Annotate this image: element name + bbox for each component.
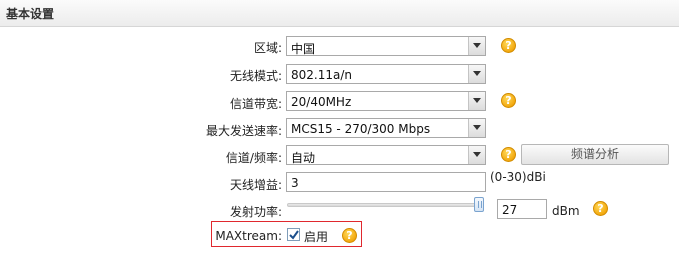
help-icon[interactable]: ? — [342, 228, 357, 243]
antenna-gain-input[interactable]: 3 — [286, 172, 486, 192]
wireless-mode-select[interactable]: 802.11a/n — [286, 64, 486, 84]
help-icon[interactable]: ? — [501, 38, 516, 53]
tx-power-slider-thumb[interactable] — [474, 197, 484, 212]
channel-frequency-value: 自动 — [291, 151, 316, 165]
chevron-down-icon[interactable] — [468, 119, 485, 137]
check-icon — [289, 230, 299, 240]
max-tx-rate-label: 最大发送速率: — [205, 124, 282, 138]
channel-frequency-select[interactable]: 自动 — [286, 145, 486, 165]
maxtream-enable-label: 启用 — [304, 230, 329, 244]
channel-bandwidth-label: 信道带宽: — [229, 97, 282, 111]
channel-bandwidth-select[interactable]: 20/40MHz — [286, 91, 486, 111]
maxtream-label: MAXtream: — [215, 229, 282, 243]
chevron-down-icon[interactable] — [468, 146, 485, 164]
channel-frequency-label: 信道/频率: — [225, 151, 282, 165]
section-header: 基本设置 — [0, 0, 679, 27]
spectrum-analysis-button[interactable]: 频谱分析 — [521, 144, 669, 165]
help-icon[interactable]: ? — [501, 147, 516, 162]
max-tx-rate-value: MCS15 - 270/300 Mbps — [291, 122, 431, 136]
chevron-down-icon[interactable] — [468, 92, 485, 110]
tx-power-value: 27 — [502, 203, 518, 217]
tx-power-slider-track[interactable] — [287, 203, 477, 207]
chevron-down-icon[interactable] — [468, 37, 485, 55]
tx-power-label: 发射功率: — [229, 205, 282, 219]
region-select[interactable]: 中国 — [286, 36, 486, 56]
channel-bandwidth-value: 20/40MHz — [291, 95, 352, 109]
antenna-gain-label: 天线增益: — [229, 178, 282, 192]
tx-power-unit: dBm — [552, 204, 580, 218]
help-icon[interactable]: ? — [501, 93, 516, 108]
chevron-down-icon[interactable] — [468, 65, 485, 83]
section-title: 基本设置 — [6, 7, 55, 21]
wireless-mode-value: 802.11a/n — [291, 68, 352, 82]
help-icon[interactable]: ? — [593, 201, 608, 216]
maxtream-checkbox[interactable] — [287, 228, 300, 241]
region-label: 区域: — [253, 41, 282, 55]
max-tx-rate-select[interactable]: MCS15 - 270/300 Mbps — [286, 118, 486, 138]
wireless-mode-label: 无线模式: — [229, 69, 282, 83]
region-value: 中国 — [291, 42, 316, 56]
antenna-gain-value: 3 — [291, 176, 299, 190]
antenna-gain-range: (0-30)dBi — [490, 170, 546, 184]
tx-power-input[interactable]: 27 — [497, 199, 547, 219]
